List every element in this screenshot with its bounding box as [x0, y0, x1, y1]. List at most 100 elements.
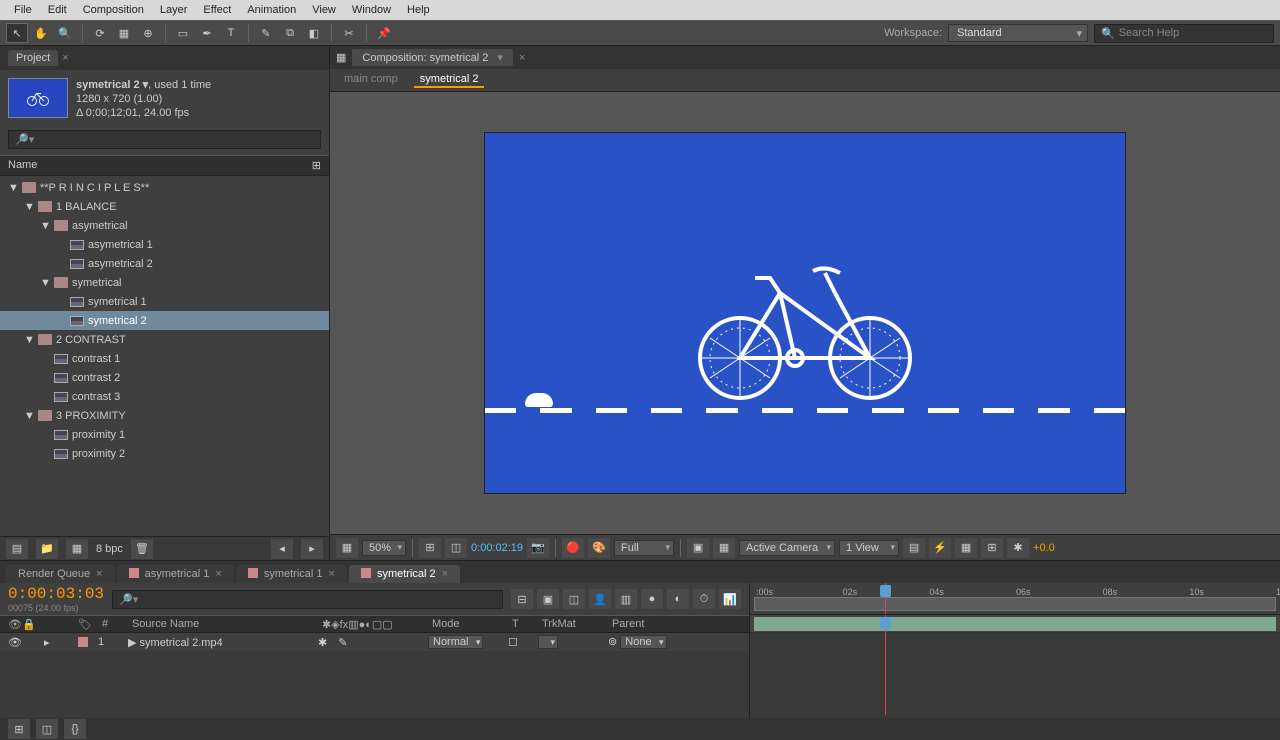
close-icon[interactable]: × — [62, 52, 68, 64]
brush-tool[interactable]: ✎ — [255, 23, 277, 43]
tree-item[interactable]: ▼**P R I N C I P L E S** — [0, 178, 329, 197]
reset-expo-icon[interactable]: ✱ — [1007, 538, 1029, 558]
mask-icon[interactable]: ◫ — [445, 538, 467, 558]
work-area[interactable] — [754, 597, 1276, 611]
timeline-tab[interactable]: asymetrical 1× — [117, 565, 234, 583]
channel-icon[interactable]: 🔴 — [562, 538, 584, 558]
trash-icon[interactable]: 🗑 — [131, 539, 153, 559]
layer-clip[interactable] — [754, 617, 1276, 631]
new-comp-icon[interactable]: ▦ — [66, 539, 88, 559]
timeline-icon[interactable]: ▦ — [955, 538, 977, 558]
new-folder-icon[interactable]: 📁 — [36, 539, 58, 559]
autokey-icon[interactable]: ⏱ — [693, 589, 715, 609]
col-name[interactable]: Name — [8, 159, 37, 172]
cube-icon[interactable]: ◫ — [563, 589, 585, 609]
project-tab[interactable]: Project — [8, 50, 58, 66]
bit-depth[interactable]: 8 bpc — [96, 543, 123, 555]
roi-icon[interactable]: ▣ — [687, 538, 709, 558]
puppet-tool[interactable]: 📌 — [373, 23, 395, 43]
menu-edit[interactable]: Edit — [40, 4, 75, 16]
camera-tool[interactable]: ▦ — [113, 23, 135, 43]
frameblend-icon[interactable]: ▥ — [615, 589, 637, 609]
timeline-search[interactable]: 🔎▾ — [112, 590, 503, 609]
timecode[interactable]: 0:00:03:03 — [8, 585, 104, 603]
scroll-right-icon[interactable]: ▸ — [301, 539, 323, 559]
shape-tool[interactable]: ▭ — [172, 23, 194, 43]
scroll-left-icon[interactable]: ◂ — [271, 539, 293, 559]
close-icon[interactable]: × — [519, 52, 525, 64]
col-mode[interactable]: Mode — [432, 618, 502, 630]
comp-tab[interactable]: Composition: symetrical 2 ▾ — [352, 49, 513, 66]
comp-thumbnail[interactable] — [8, 78, 68, 118]
tree-item[interactable]: symetrical 2 — [0, 311, 329, 330]
tree-item[interactable]: contrast 3 — [0, 387, 329, 406]
parent-dropdown[interactable]: None — [620, 635, 666, 649]
eraser-tool[interactable]: ◧ — [303, 23, 325, 43]
zoom-dropdown[interactable]: 50% — [362, 540, 406, 556]
layer-row[interactable]: 👁 ▸ 1 ▶ symetrical 2.mp4 ✱ ✎ Normal ☐ ⊚ … — [0, 633, 749, 651]
rotate-tool[interactable]: ⟳ — [89, 23, 111, 43]
fast-preview-icon[interactable]: ⚡ — [929, 538, 951, 558]
roto-tool[interactable]: ✂ — [338, 23, 360, 43]
tree-item[interactable]: proximity 1 — [0, 425, 329, 444]
text-tool[interactable]: T — [220, 23, 242, 43]
col-parent[interactable]: Parent — [612, 618, 741, 630]
views-dropdown[interactable]: 1 View — [839, 540, 899, 556]
magnify-icon[interactable]: ▦ — [336, 538, 358, 558]
interpret-icon[interactable]: ▤ — [6, 539, 28, 559]
tree-item[interactable]: contrast 2 — [0, 368, 329, 387]
tree-item[interactable]: ▼3 PROXIMITY — [0, 406, 329, 425]
zoom-tool[interactable]: 🔍 — [54, 23, 76, 43]
snapshot-icon[interactable]: 📷 — [527, 538, 549, 558]
tree-item[interactable]: ▼asymetrical — [0, 216, 329, 235]
clone-tool[interactable]: ⧉ — [279, 23, 301, 43]
brainstorm-icon[interactable]: ◐ — [667, 589, 689, 609]
tree-item[interactable]: symetrical 1 — [0, 292, 329, 311]
menu-file[interactable]: File — [6, 4, 40, 16]
menu-layer[interactable]: Layer — [152, 4, 196, 16]
time-ruler[interactable]: :00s02s04s06s08s10s12s — [750, 583, 1280, 615]
tree-item[interactable]: ▼1 BALANCE — [0, 197, 329, 216]
playhead[interactable] — [885, 583, 886, 614]
workspace-dropdown[interactable]: Standard — [948, 24, 1088, 42]
layer-track[interactable] — [750, 615, 1280, 633]
tree-item[interactable]: contrast 1 — [0, 349, 329, 368]
flowchart-icon[interactable]: ⊞ — [312, 159, 321, 172]
tree-item[interactable]: ▼symetrical — [0, 273, 329, 292]
pen-tool[interactable]: ✒ — [196, 23, 218, 43]
pixel-aspect-icon[interactable]: ▤ — [903, 538, 925, 558]
menu-composition[interactable]: Composition — [75, 4, 152, 16]
mode-dropdown[interactable]: Normal — [428, 635, 483, 649]
timeline-tab[interactable]: symetrical 1× — [236, 565, 347, 583]
menu-help[interactable]: Help — [399, 4, 438, 16]
col-source[interactable]: Source Name — [132, 618, 312, 630]
motionblur-icon[interactable]: ● — [641, 589, 663, 609]
menu-effect[interactable]: Effect — [195, 4, 239, 16]
col-trkmat[interactable]: TrkMat — [542, 618, 602, 630]
menu-view[interactable]: View — [304, 4, 344, 16]
exposure-value[interactable]: +0.0 — [1033, 542, 1055, 554]
camera-dropdown[interactable]: Active Camera — [739, 540, 835, 556]
label-color[interactable] — [78, 637, 88, 647]
transparency-icon[interactable]: ▦ — [713, 538, 735, 558]
hand-tool[interactable]: ✋ — [30, 23, 52, 43]
timeline-tab[interactable]: Render Queue× — [6, 565, 115, 583]
label-icon[interactable]: 🏷 — [78, 618, 92, 631]
tree-item[interactable]: proximity 2 — [0, 444, 329, 463]
tree-item[interactable]: asymetrical 2 — [0, 254, 329, 273]
graph-icon[interactable]: 📊 — [719, 589, 741, 609]
menu-animation[interactable]: Animation — [239, 4, 304, 16]
selection-tool[interactable]: ↖ — [6, 23, 28, 43]
project-search[interactable]: 🔎▾ — [8, 130, 321, 149]
search-help[interactable]: 🔍 Search Help — [1094, 24, 1274, 43]
menu-window[interactable]: Window — [344, 4, 399, 16]
col-t[interactable]: T — [512, 618, 532, 630]
flowchart-icon[interactable]: ⊞ — [981, 538, 1003, 558]
col-num[interactable]: # — [102, 618, 122, 630]
timeline-tab[interactable]: symetrical 2× — [349, 565, 460, 583]
trkmat-dropdown[interactable] — [538, 635, 558, 649]
flow-tab-main[interactable]: main comp — [338, 72, 404, 88]
pan-behind-tool[interactable]: ⊕ — [137, 23, 159, 43]
color-mgmt-icon[interactable]: 🎨 — [588, 538, 610, 558]
resolution-dropdown[interactable]: Full — [614, 540, 674, 556]
